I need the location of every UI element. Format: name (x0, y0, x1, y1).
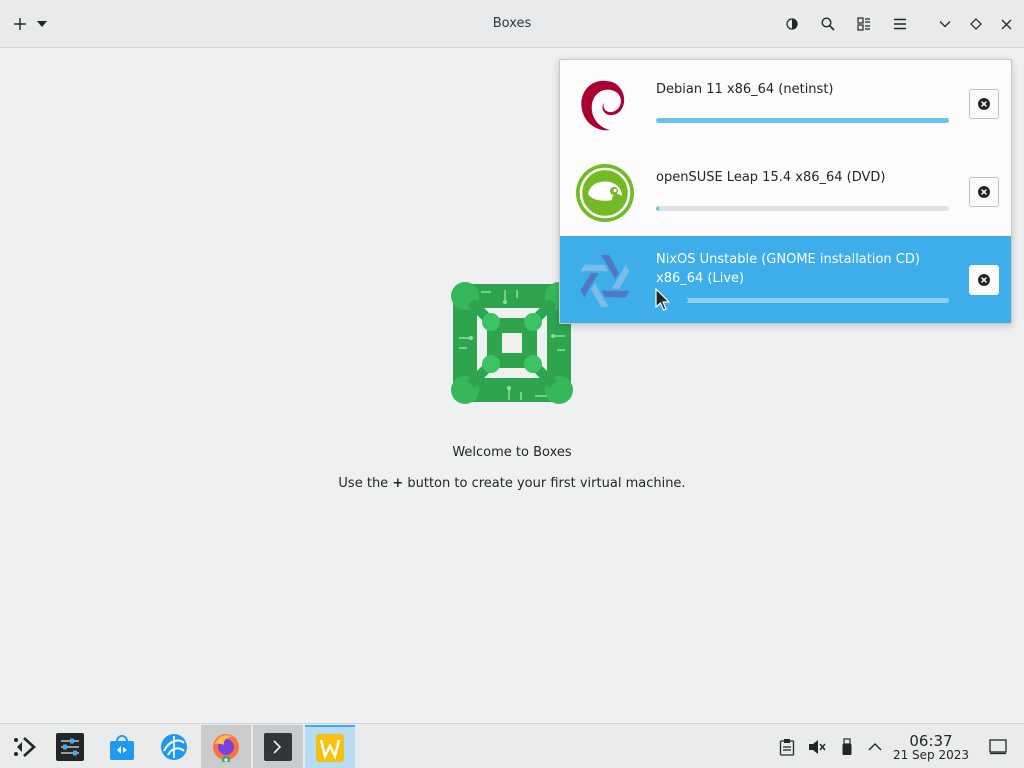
krdc-icon (161, 734, 187, 760)
cancel-circle-icon (978, 186, 990, 198)
maximize-icon (970, 18, 982, 30)
welcome-title: Welcome to Boxes (452, 445, 572, 460)
tray-expand-button[interactable] (864, 736, 886, 758)
taskbar-krdc[interactable] (149, 725, 199, 768)
usb-device-icon (842, 738, 852, 755)
hamburger-menu-icon (894, 18, 906, 30)
download-title: Debian 11 x86_64 (netinst) (656, 82, 834, 97)
show-desktop-button[interactable] (987, 736, 1009, 758)
welcome-hint-before: Use the (338, 476, 389, 491)
volume-muted-icon (809, 740, 826, 754)
taskbar: 06:37 21 Sep 2023 (0, 723, 1024, 768)
cancel-circle-icon (978, 98, 990, 110)
header-bar: Boxes (0, 0, 1024, 48)
close-icon (1001, 19, 1011, 29)
boxes-app-icon (316, 734, 344, 762)
minimize-icon (939, 21, 951, 28)
minimize-button[interactable] (935, 10, 955, 38)
download-progress-bar (656, 298, 949, 303)
download-item-opensuse[interactable]: openSUSE Leap 15.4 x86_64 (DVD) (560, 148, 1011, 236)
welcome-hint-after: button to create your first virtual mach… (407, 476, 686, 491)
cancel-download-button[interactable] (969, 89, 999, 119)
cancel-circle-icon (978, 274, 990, 286)
application-launcher-icon (14, 737, 36, 757)
main-menu-button[interactable] (888, 10, 912, 38)
taskbar-boxes[interactable] (305, 725, 355, 768)
welcome-hint: Use the + button to create your first vi… (0, 476, 1024, 491)
tray-usb-device[interactable] (836, 736, 858, 758)
opensuse-logo-icon (576, 164, 634, 222)
download-title: NixOS Unstable (GNOME installation CD) x… (656, 252, 920, 286)
welcome-hint-symbol: + (392, 476, 404, 491)
discover-store-icon (110, 735, 134, 760)
system-settings-icon (56, 733, 84, 761)
search-button[interactable] (816, 10, 840, 38)
download-item-nixos[interactable]: NixOS Unstable (GNOME installation CD) x… (560, 236, 1011, 323)
download-progress-bar (656, 118, 949, 123)
tray-volume[interactable] (806, 736, 828, 758)
maximize-button[interactable] (966, 10, 986, 38)
downloads-popover: Debian 11 x86_64 (netinst) openSUSE Leap… (559, 59, 1012, 324)
debian-logo-icon (581, 80, 625, 131)
tray-clipboard[interactable] (776, 736, 798, 758)
clipboard-icon (779, 739, 795, 756)
clock-date[interactable]: 21 Sep 2023 (890, 748, 972, 762)
nixos-logo-icon (580, 255, 630, 307)
taskbar-system-settings[interactable] (45, 725, 95, 768)
add-button[interactable] (10, 10, 30, 38)
download-progress-fill (656, 118, 949, 123)
mouse-cursor-icon (655, 288, 671, 311)
contrast-icon (786, 18, 798, 30)
close-button[interactable] (996, 10, 1016, 38)
dark-mode-toggle-button[interactable] (780, 10, 804, 38)
add-icon (14, 18, 26, 30)
cancel-download-button[interactable] (969, 177, 999, 207)
show-desktop-icon (989, 739, 1007, 755)
add-menu-dropdown-button[interactable] (32, 10, 52, 38)
tray-expand-icon (868, 743, 882, 751)
view-mode-button[interactable] (852, 10, 876, 38)
download-item-debian[interactable]: Debian 11 x86_64 (netinst) (560, 60, 1011, 148)
boxes-logo-icon (451, 282, 573, 404)
terminal-icon (264, 733, 292, 761)
cancel-download-button[interactable] (969, 265, 999, 295)
download-title: openSUSE Leap 15.4 x86_64 (DVD) (656, 170, 886, 185)
chevron-down-icon (37, 21, 47, 27)
taskbar-discover[interactable] (97, 725, 147, 768)
download-progress-fill (656, 206, 659, 211)
taskbar-terminal[interactable] (253, 725, 303, 768)
application-launcher-button[interactable] (0, 725, 50, 768)
firefox-icon (213, 734, 239, 762)
taskbar-firefox[interactable] (201, 725, 251, 768)
search-icon (821, 17, 835, 31)
download-progress-bar (656, 206, 949, 211)
view-mode-icon (857, 17, 870, 31)
